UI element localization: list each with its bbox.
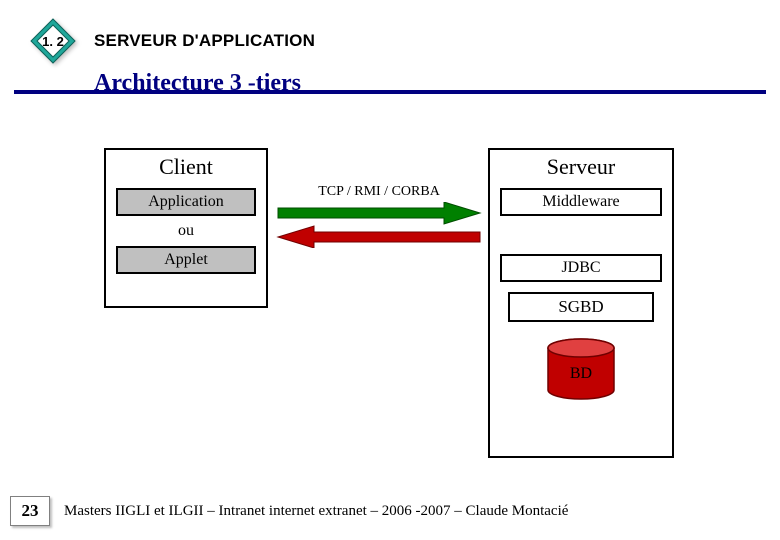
client-applet: Applet — [116, 246, 256, 274]
server-middleware: Middleware — [500, 188, 662, 216]
section-diamond-icon: 1. 2 — [30, 18, 76, 64]
server-sgbd: SGBD — [508, 292, 654, 322]
slide-header: 1. 2 SERVEUR D'APPLICATION Architecture … — [30, 18, 760, 97]
server-box: Serveur Middleware JDBC SGBD BD — [488, 148, 674, 458]
section-row: 1. 2 SERVEUR D'APPLICATION — [30, 18, 760, 64]
architecture-diagram: Client Application ou Applet TCP / RMI /… — [0, 148, 780, 468]
page-number: 23 — [10, 496, 50, 526]
title-divider — [14, 90, 766, 94]
client-title: Client — [106, 154, 266, 180]
protocol-label: TCP / RMI / CORBA — [274, 184, 484, 200]
client-box: Client Application ou Applet — [104, 148, 268, 308]
client-separator: ou — [106, 222, 266, 240]
section-number: 1. 2 — [42, 34, 64, 49]
server-title: Serveur — [490, 154, 672, 180]
bidirectional-arrow-icon — [274, 202, 484, 248]
footer-text: Masters IIGLI et ILGII – Intranet intern… — [64, 503, 568, 520]
slide-footer: 23 Masters IIGLI et ILGII – Intranet int… — [0, 496, 780, 526]
database-label: BD — [570, 365, 592, 382]
client-application: Application — [116, 188, 256, 216]
server-jdbc: JDBC — [500, 254, 662, 282]
database-icon: BD — [546, 338, 616, 400]
section-label: SERVEUR D'APPLICATION — [94, 31, 315, 51]
protocol-arrows: TCP / RMI / CORBA — [274, 184, 484, 253]
